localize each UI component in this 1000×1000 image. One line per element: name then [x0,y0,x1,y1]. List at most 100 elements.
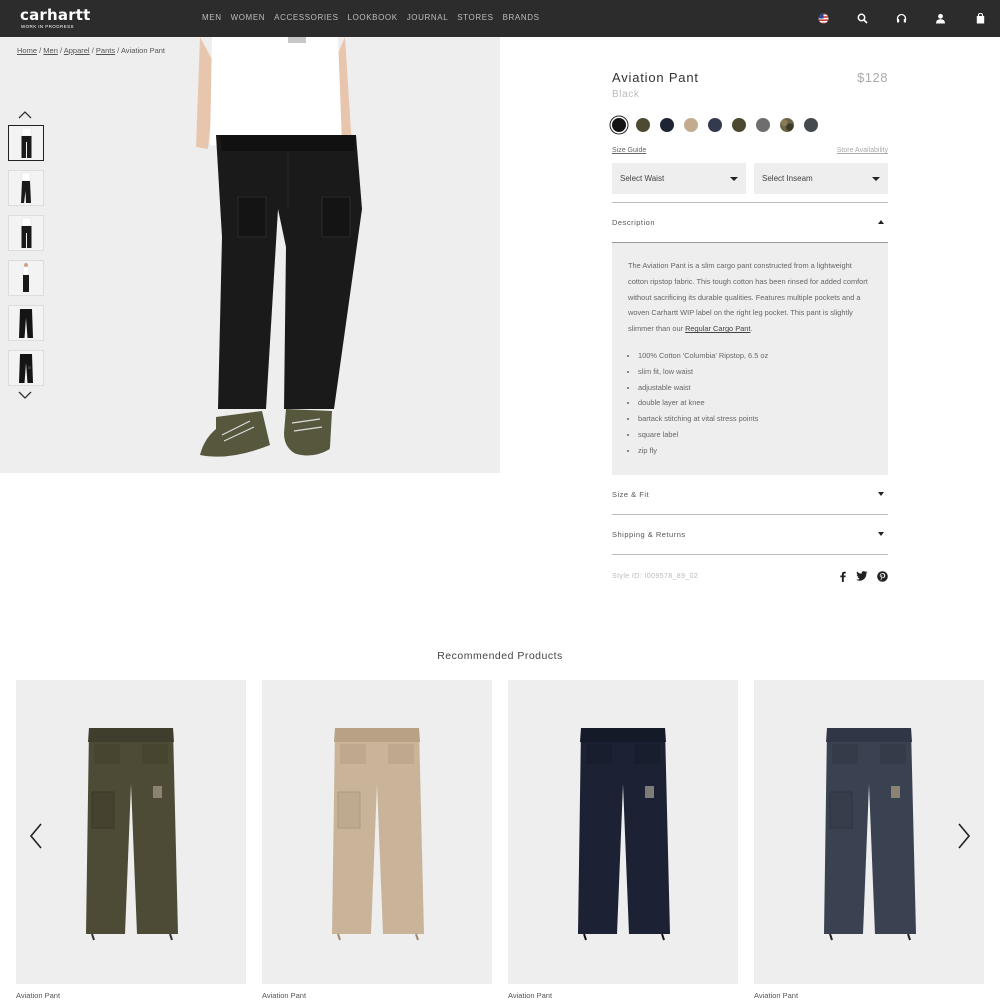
caret-down-icon [872,177,880,181]
thumbnail-full-model[interactable] [8,260,44,296]
logo-tagline: WORK IN PROGRESS [21,24,74,29]
description-text: The Aviation Pant is a slim cargo pant c… [628,261,868,334]
thumbnail-back-model[interactable] [8,215,44,251]
swatch-leather[interactable] [684,118,698,132]
breadcrumb-apparel[interactable]: Apparel [64,46,90,55]
feature-item: adjustable waist [638,380,872,396]
divider [612,554,888,555]
size-fit-label: Size & Fit [612,490,650,499]
feature-item: bartack stitching at vital stress points [638,411,872,427]
select-waist-dropdown[interactable]: Select Waist [612,163,746,194]
nav-brands[interactable]: BRANDS [503,13,540,22]
product-color-name: Black [612,89,640,100]
nav-lookbook[interactable]: LOOKBOOK [348,13,398,22]
swatch-olive[interactable] [732,118,746,132]
swatch-black[interactable] [612,118,626,132]
twitter-icon[interactable] [856,570,868,582]
breadcrumb-separator: / [59,46,63,55]
description-label: Description [612,218,656,227]
recommended-product-name[interactable]: Aviation Pant [508,991,552,1000]
description-panel: The Aviation Pant is a slim cargo pant c… [612,243,888,475]
chevron-down-icon[interactable] [18,390,32,400]
breadcrumb-pants[interactable]: Pants [96,46,115,55]
recommended-product-card[interactable] [262,680,492,984]
breadcrumb: Home / Men / Apparel / Pants / Aviation … [17,46,165,55]
feature-item: double layer at knee [638,395,872,411]
regular-cargo-pant-link[interactable]: Regular Cargo Pant [685,324,750,333]
feature-item: zip fly [638,443,872,459]
feature-item: 100% Cotton 'Columbia' Ripstop, 6.5 oz [638,348,872,364]
recommended-products-title: Recommended Products [437,650,563,662]
product-image-gallery [0,37,500,473]
swatch-charcoal[interactable] [804,118,818,132]
product-image [578,728,670,941]
color-swatches [612,118,818,132]
nav-stores[interactable]: STORES [457,13,493,22]
caret-down-icon [878,492,884,496]
select-inseam-label: Select Inseam [762,174,813,183]
caret-down-icon [878,532,884,536]
recommended-product-name[interactable]: Aviation Pant [262,991,306,1000]
search-icon[interactable] [855,11,869,25]
store-availability-link[interactable]: Store Availability [837,147,888,154]
swatch-grey[interactable] [756,118,770,132]
product-image [86,728,178,941]
feature-item: square label [638,427,872,443]
swatch-blue[interactable] [708,118,722,132]
thumbnail-side-model[interactable] [8,170,44,206]
shipping-returns-label: Shipping & Returns [612,530,686,539]
swatch-cypress[interactable] [636,118,650,132]
feature-item: slim fit, low waist [638,364,872,380]
product-price: $128 [857,70,888,85]
facebook-icon[interactable] [836,570,848,582]
feature-list: 100% Cotton 'Columbia' Ripstop, 6.5 oz s… [628,348,872,459]
chevron-up-icon[interactable] [18,110,32,120]
select-waist-label: Select Waist [620,174,665,183]
shipping-returns-accordion-header[interactable]: Shipping & Returns [612,514,888,554]
recommended-product-card[interactable] [16,680,246,984]
breadcrumb-home[interactable]: Home [17,46,37,55]
style-id: Style ID: I009578_89_02 [612,573,699,580]
thumbnail-front-model[interactable] [8,125,44,161]
account-icon[interactable] [933,11,947,25]
size-fit-accordion-header[interactable]: Size & Fit [612,474,888,514]
recommended-product-name[interactable]: Aviation Pant [16,991,60,1000]
caret-up-icon [878,220,884,224]
thumbnail-list [8,125,44,395]
bag-icon[interactable] [973,11,987,25]
recommended-product-name[interactable]: Aviation Pant [754,991,798,1000]
top-navigation-bar: carhartt WORK IN PROGRESS MEN WOMEN ACCE… [0,0,1000,37]
breadcrumb-separator: / [91,46,94,55]
thumbnail-flat-back[interactable] [8,350,44,386]
swatch-dark-navy[interactable] [660,118,674,132]
main-nav: MEN WOMEN ACCESSORIES LOOKBOOK JOURNAL S… [202,13,540,22]
thumbnail-flat-front[interactable] [8,305,44,341]
logo-brand: carhartt [20,6,91,24]
product-image [824,728,916,941]
breadcrumb-separator: / [117,46,120,55]
social-share [836,570,888,582]
nav-journal[interactable]: JOURNAL [407,13,449,22]
size-guide-link[interactable]: Size Guide [612,147,646,154]
carhartt-logo[interactable]: carhartt WORK IN PROGRESS [20,6,91,30]
breadcrumb-men[interactable]: Men [43,46,58,55]
nav-women[interactable]: WOMEN [231,13,266,22]
product-main-image [196,37,362,466]
swatch-camo[interactable] [780,118,794,132]
recommended-product-card[interactable] [754,680,984,984]
caret-down-icon [730,177,738,181]
recommended-product-card[interactable] [508,680,738,984]
carousel-prev-arrow-icon[interactable] [29,823,43,849]
nav-accessories[interactable]: ACCESSORIES [274,13,338,22]
breadcrumb-current: Aviation Pant [120,46,165,55]
us-flag-icon[interactable] [816,11,830,25]
headphones-icon[interactable] [894,11,908,25]
breadcrumb-separator: / [39,46,42,55]
pinterest-icon[interactable] [876,570,888,582]
product-title: Aviation Pant [612,70,699,85]
description-accordion-header[interactable]: Description [612,202,888,242]
select-inseam-dropdown[interactable]: Select Inseam [754,163,888,194]
nav-men[interactable]: MEN [202,13,222,22]
product-image [332,728,424,941]
carousel-next-arrow-icon[interactable] [957,823,971,849]
